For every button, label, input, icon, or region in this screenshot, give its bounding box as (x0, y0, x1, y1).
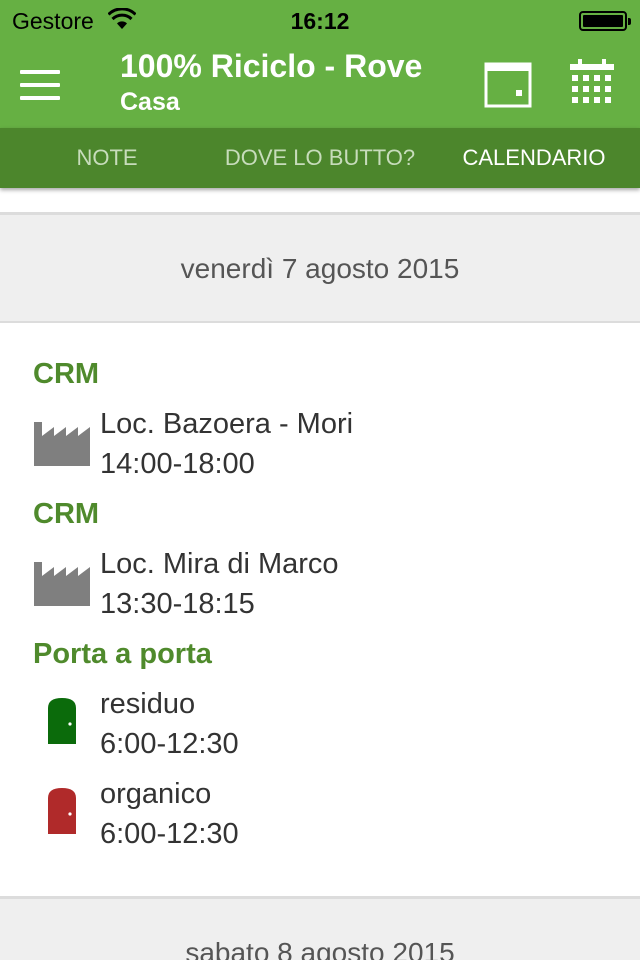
date-header: sabato 8 agosto 2015 (0, 896, 640, 960)
app-title: 100% Riciclo - Rove (120, 48, 423, 84)
waste-type: residuo (100, 688, 196, 720)
date-label: venerdì 7 agosto 2015 (180, 253, 460, 284)
date-label: sabato 8 agosto 2015 (185, 937, 455, 960)
tab-calendario[interactable]: CALENDARIO (450, 128, 618, 188)
date-header: venerdì 7 agosto 2015 (0, 215, 640, 323)
opening-hours: 14:00-18:00 (100, 448, 255, 480)
factory-icon (34, 562, 90, 606)
location-name: Loc. Bazoera - Mori (100, 408, 354, 440)
tab-bar: NOTE DOVE LO BUTTO? CALENDARIO (0, 128, 640, 188)
list-item[interactable]: Loc. Bazoera - Mori 14:00-18:00 (0, 408, 640, 488)
battery-icon (579, 11, 631, 31)
tab-dove-lo-butto[interactable]: DOVE LO BUTTO? (210, 128, 430, 188)
hamburger-menu-icon[interactable] (20, 70, 60, 100)
door-icon (48, 788, 76, 834)
calendar-day-icon[interactable] (483, 58, 533, 110)
app-subtitle: Casa (120, 88, 180, 116)
group-title: CRM (33, 498, 100, 530)
group-title: CRM (33, 358, 100, 390)
list-item[interactable]: residuo 6:00-12:30 (0, 688, 640, 768)
opening-hours: 13:30-18:15 (100, 588, 255, 620)
door-icon (48, 698, 76, 744)
list-item[interactable]: Loc. Mira di Marco 13:30-18:15 (0, 548, 640, 628)
list-item[interactable]: organico 6:00-12:30 (0, 778, 640, 858)
tab-note[interactable]: NOTE (62, 128, 152, 188)
app-bar: 100% Riciclo - Rove Casa (0, 40, 640, 128)
status-bar: Gestore 16:12 (0, 0, 640, 40)
factory-icon (34, 422, 90, 466)
collection-hours: 6:00-12:30 (100, 818, 239, 850)
clock: 16:12 (290, 8, 350, 34)
collection-hours: 6:00-12:30 (100, 728, 239, 760)
location-name: Loc. Mira di Marco (100, 548, 339, 580)
calendar-month-icon[interactable] (567, 58, 617, 110)
group-title: Porta a porta (33, 638, 212, 670)
waste-type: organico (100, 778, 212, 810)
